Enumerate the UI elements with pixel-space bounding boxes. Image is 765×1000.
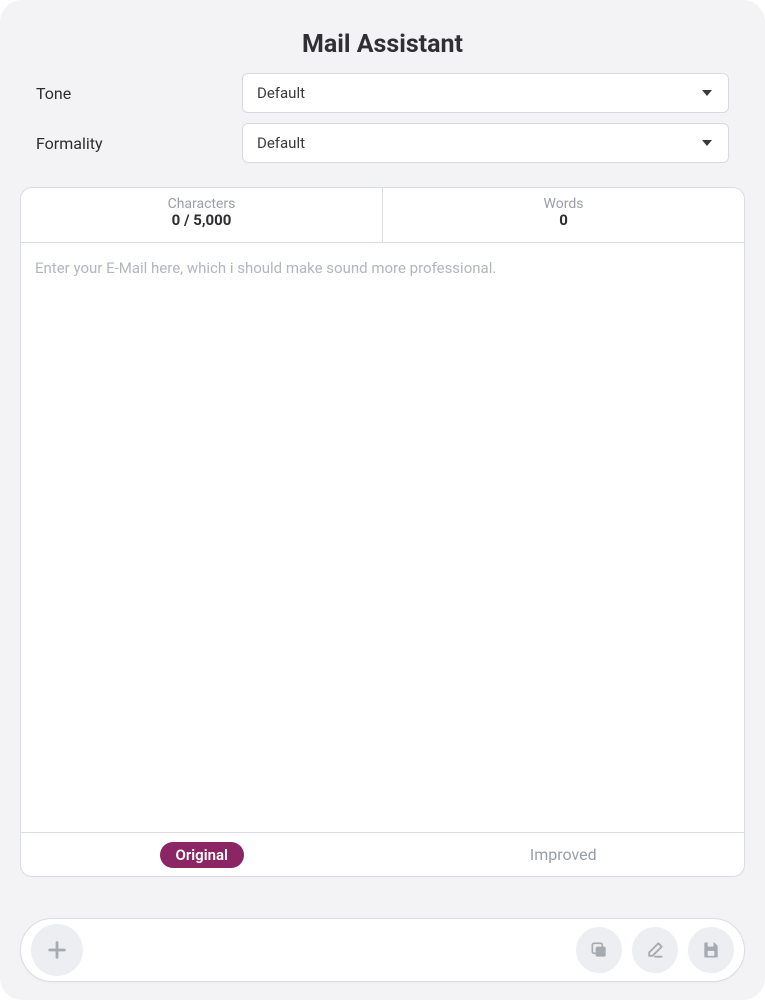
tone-label: Tone <box>36 84 242 103</box>
characters-label: Characters <box>21 196 382 212</box>
page-title: Mail Assistant <box>0 30 765 59</box>
settings-form: Tone Default Formality Default <box>0 73 765 163</box>
copy-button[interactable] <box>576 927 622 973</box>
copy-icon <box>589 940 609 960</box>
email-input[interactable] <box>21 243 744 832</box>
characters-stat: Characters 0 / 5,000 <box>21 188 383 242</box>
tone-select-value: Default <box>257 84 305 102</box>
tab-original-label: Original <box>160 842 244 868</box>
stats-bar: Characters 0 / 5,000 Words 0 <box>21 188 744 242</box>
plus-icon <box>46 939 68 961</box>
textarea-container <box>21 242 744 832</box>
formality-row: Formality Default <box>36 123 729 163</box>
save-icon <box>701 940 721 960</box>
mail-assistant-panel: Mail Assistant Tone Default Formality De… <box>0 0 765 1000</box>
tab-improved[interactable]: Improved <box>383 845 745 864</box>
words-stat: Words 0 <box>383 188 744 242</box>
tone-select[interactable]: Default <box>242 73 729 113</box>
edit-icon <box>645 940 665 960</box>
edit-button[interactable] <box>632 927 678 973</box>
formality-label: Formality <box>36 134 242 153</box>
tab-improved-label: Improved <box>530 845 597 864</box>
editor-card: Characters 0 / 5,000 Words 0 Original Im… <box>20 187 745 877</box>
tab-original[interactable]: Original <box>21 842 383 868</box>
formality-select[interactable]: Default <box>242 123 729 163</box>
caret-down-icon <box>702 90 712 96</box>
formality-select-value: Default <box>257 134 305 152</box>
words-label: Words <box>383 196 744 212</box>
caret-down-icon <box>702 140 712 146</box>
result-tabs: Original Improved <box>21 832 744 876</box>
action-bar <box>20 918 745 982</box>
characters-value: 0 / 5,000 <box>21 211 382 229</box>
add-button[interactable] <box>31 924 83 976</box>
words-value: 0 <box>383 211 744 229</box>
save-button[interactable] <box>688 927 734 973</box>
tone-row: Tone Default <box>36 73 729 113</box>
